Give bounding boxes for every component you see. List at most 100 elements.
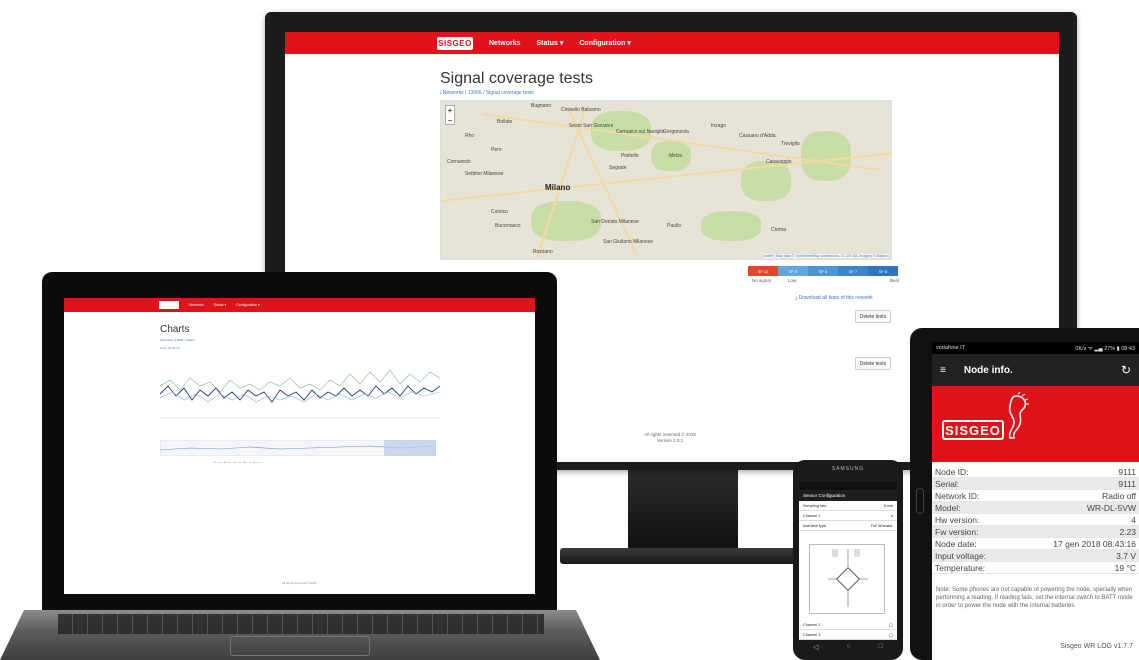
monitor-stand-base bbox=[560, 548, 810, 564]
setting-row[interactable]: Channel 2 ◯ bbox=[799, 620, 897, 630]
zoom-out-button[interactable]: − bbox=[446, 116, 454, 126]
setting-row[interactable]: Channel 1 ● bbox=[799, 511, 897, 521]
page-title: Signal coverage tests bbox=[440, 70, 593, 87]
chart-navigator[interactable] bbox=[160, 440, 436, 456]
tablet: vodafone IT 0K/s ᯤ ▂▄ 27% ▮ 08:43 ≡ Node… bbox=[910, 328, 1139, 660]
map-place: San Donato Milanese bbox=[591, 219, 639, 225]
info-value: 2.23 bbox=[1119, 526, 1136, 537]
info-row: Input voltage: 3.7 V bbox=[932, 550, 1139, 562]
app-version: Sisgeo WR LOG v1.7.7 bbox=[1060, 643, 1133, 650]
map-place: Cinisello Balsamo bbox=[561, 107, 601, 113]
map-place: Cornaredo bbox=[447, 159, 471, 165]
legend-label-low: Low bbox=[788, 278, 797, 283]
setting-label: Channel 3 bbox=[803, 632, 821, 637]
smartphone: SAMSUNG Sensor Configuration Sampling ra… bbox=[793, 460, 903, 660]
nav-configuration[interactable]: Configuration ▾ bbox=[236, 303, 260, 307]
map-place: Rho bbox=[465, 133, 475, 139]
setting-value[interactable]: Full Wheatst. bbox=[871, 524, 893, 528]
info-row: Model: WR-DL-5VW bbox=[932, 502, 1139, 514]
sisgeo-logo-small[interactable] bbox=[159, 301, 179, 309]
info-row: Serial: 9111 bbox=[932, 478, 1139, 490]
map-zoom-control: + − bbox=[445, 105, 455, 125]
info-label: Serial: bbox=[935, 478, 960, 489]
setting-label: Interface type bbox=[803, 523, 827, 528]
breadcrumb[interactable]: Networks / 13666 / Charts bbox=[160, 338, 195, 342]
map-place: Melzo bbox=[669, 153, 683, 159]
delete-tests-button[interactable]: Delete tests bbox=[855, 310, 891, 323]
status-icons: 0K/s ᯤ ▂▄ 27% ▮ 08:43 bbox=[1075, 346, 1135, 352]
info-row: Hw version: 4 bbox=[932, 514, 1139, 526]
legend-segment: SF 7 bbox=[838, 266, 868, 276]
download-tests-link[interactable]: ⤓ Download all tests of this network bbox=[795, 295, 873, 301]
delete-tests-button[interactable]: Delete tests bbox=[855, 357, 891, 370]
info-row: Temperature: 19 °C bbox=[932, 562, 1139, 574]
info-label: Temperature: bbox=[935, 562, 986, 573]
range-buttons[interactable]: From 1d 3d 7d bbox=[160, 346, 180, 350]
channel-toggle[interactable]: ● bbox=[891, 514, 893, 518]
chart-legend[interactable]: ● ─── ● ─── ● ─── ● ─── ● ─── bbox=[214, 460, 262, 464]
info-value: WR-DL-5VW bbox=[1086, 502, 1136, 513]
nav-status[interactable]: Status ▾ bbox=[214, 303, 227, 307]
coverage-map[interactable]: Bugnano Cinisello Balsamo Bollate Sesto … bbox=[440, 100, 892, 260]
map-place: Paullo bbox=[667, 223, 681, 229]
map-place: Settimo Milanese bbox=[465, 171, 504, 177]
nav-configuration[interactable]: Configuration ▾ bbox=[579, 39, 630, 47]
home-icon[interactable]: ○ bbox=[846, 643, 850, 655]
breadcrumb[interactable]: / Networks / 13666 / Signal coverage tes… bbox=[440, 90, 534, 96]
map-place: Bollate bbox=[497, 119, 513, 125]
info-row: Node ID: 9111 bbox=[932, 466, 1139, 478]
nav-networks[interactable]: Networks bbox=[189, 303, 204, 307]
setting-label: Channel 1 bbox=[803, 513, 821, 518]
map-place: Gorgonzola bbox=[663, 129, 689, 135]
phone-screen-title: Sensor Configuration bbox=[799, 490, 897, 501]
info-value: 3.7 V bbox=[1116, 550, 1136, 561]
info-value: 4 bbox=[1131, 514, 1136, 525]
map-attribution[interactable]: Leaflet | Map data © OpenStreetMap contr… bbox=[762, 254, 889, 258]
legend-segment: SF 10 bbox=[748, 266, 778, 276]
app-header: ≡ Node info. ↻ bbox=[932, 354, 1139, 386]
setting-row[interactable]: Channel 3 ◯ bbox=[799, 630, 897, 640]
map-place: Pioltello bbox=[621, 153, 639, 159]
info-row: Network ID: Radio off bbox=[932, 490, 1139, 502]
power-note: Note: Some phones are not capable of pow… bbox=[936, 587, 1133, 609]
info-value: 9111 bbox=[1118, 478, 1136, 489]
setting-row[interactable]: Sampling rate 5 min bbox=[799, 501, 897, 511]
menu-icon[interactable]: ≡ bbox=[940, 365, 946, 376]
node-info-table: Node ID: 9111 Serial: 9111 Network ID: Radi… bbox=[932, 466, 1139, 574]
refresh-icon[interactable]: ↻ bbox=[1121, 363, 1131, 377]
phone-brand: SAMSUNG bbox=[831, 466, 865, 472]
laptop-keyboard bbox=[58, 614, 544, 634]
nav-status[interactable]: Status ▾ bbox=[537, 39, 564, 47]
map-place: Inzago bbox=[711, 123, 727, 129]
map-place: Rozzano bbox=[533, 249, 553, 255]
setting-value[interactable]: 5 min bbox=[884, 504, 893, 508]
monitor-stand-neck bbox=[628, 470, 738, 550]
recent-apps-icon[interactable]: □ bbox=[879, 643, 883, 655]
info-value: 9111 bbox=[1118, 466, 1136, 477]
legend-segment: SF 9 bbox=[778, 266, 808, 276]
tablet-home-button[interactable] bbox=[916, 488, 924, 514]
tablet-status-bar: vodafone IT 0K/s ᯤ ▂▄ 27% ▮ 08:43 bbox=[932, 342, 1139, 354]
sensor-line-chart[interactable] bbox=[160, 356, 440, 428]
toggle-icon[interactable]: ◯ bbox=[889, 632, 893, 637]
legend-segment: SF 8 bbox=[808, 266, 838, 276]
setting-row[interactable]: Interface type Full Wheatst. bbox=[799, 521, 897, 531]
wiring-diagram bbox=[809, 544, 885, 614]
map-place: San Giuliano Milanese bbox=[603, 239, 654, 245]
sisgeo-logo[interactable]: SISGEO bbox=[437, 36, 473, 50]
legend-label-best: Best bbox=[890, 278, 900, 283]
carrier-label: vodafone IT bbox=[936, 345, 966, 351]
map-place-milano: Milano bbox=[545, 183, 571, 192]
laptop: Networks Status ▾ Configuration ▾ Charts… bbox=[42, 272, 557, 612]
nav-networks[interactable]: Networks bbox=[489, 40, 521, 47]
legend-segment: SF 6 bbox=[868, 266, 898, 276]
map-place: Buccinasco bbox=[495, 223, 521, 229]
phone-nav-keys: ◁ ○ □ bbox=[799, 643, 897, 655]
brand-banner: SISGEO bbox=[932, 386, 1139, 462]
toggle-icon[interactable]: ◯ bbox=[889, 622, 893, 627]
back-icon[interactable]: ◁ bbox=[813, 643, 818, 655]
zoom-in-button[interactable]: + bbox=[446, 106, 454, 116]
laptop-screen: Networks Status ▾ Configuration ▾ Charts… bbox=[64, 298, 535, 594]
page-footer: All rights reserved © 2018 Version 1.0.1 bbox=[625, 432, 715, 444]
map-place: Segrate bbox=[609, 165, 627, 171]
